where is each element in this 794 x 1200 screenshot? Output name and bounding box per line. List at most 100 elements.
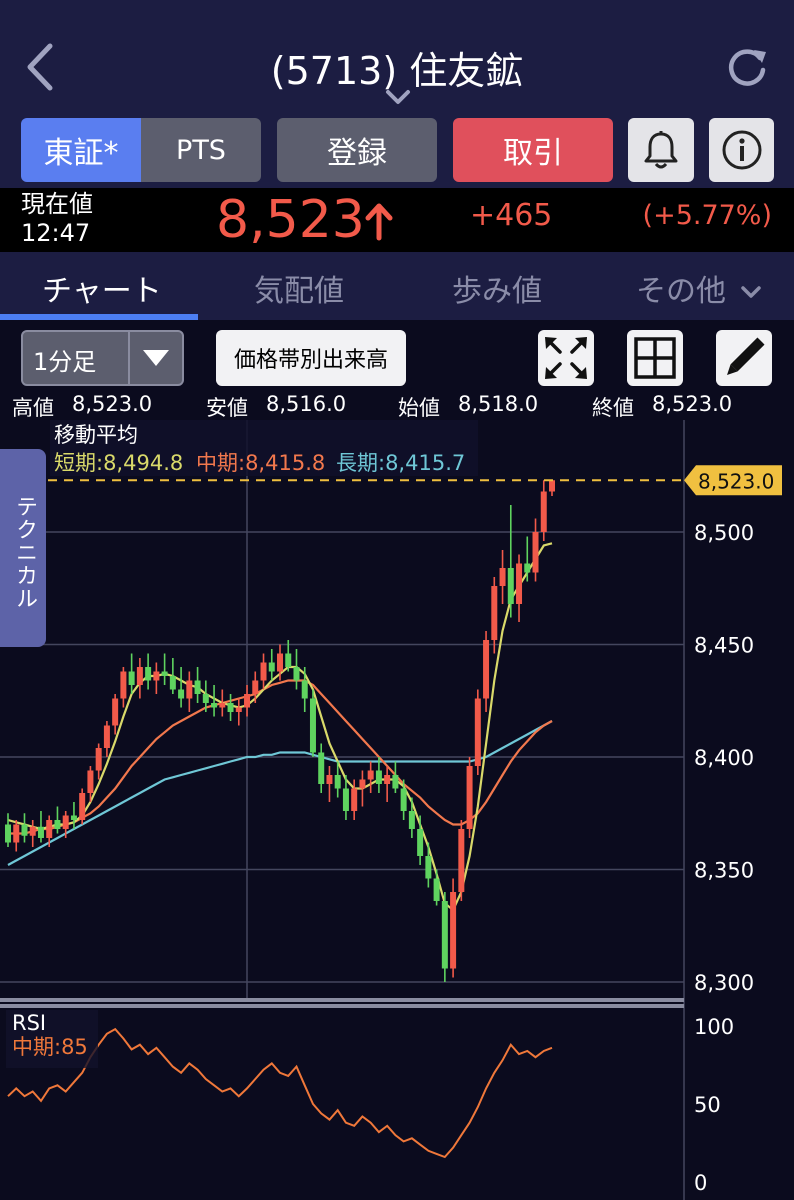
ma-short-label: 短期:8,494.8: [54, 451, 183, 475]
price-time: 12:47: [21, 219, 91, 247]
candle: [400, 788, 407, 811]
price-change-percent: (+5.77%): [642, 200, 772, 231]
candle: [309, 698, 316, 753]
candle: [334, 775, 341, 789]
candle: [153, 671, 160, 681]
volume-profile-button[interactable]: 価格帯別出来高: [216, 330, 406, 386]
technical-tab[interactable]: テクニカル: [0, 449, 46, 647]
price-tick-label: 8,300: [694, 971, 754, 995]
candle: [499, 568, 506, 586]
page-title[interactable]: (5713) 住友鉱: [0, 40, 794, 95]
candle: [326, 775, 333, 784]
candle: [161, 671, 168, 676]
candle: [62, 815, 69, 829]
candle: [136, 667, 143, 685]
chart-toolbar: 1分足 価格帯別出来高: [0, 320, 794, 394]
expand-icon: [545, 337, 587, 379]
tab-quotes[interactable]: 気配値: [254, 266, 344, 310]
grid-icon: [634, 337, 676, 379]
ohlc-row: 高値 8,523.0 安値 8,516.0 始値 8,518.0 終値 8,52…: [0, 392, 794, 420]
candle: [417, 829, 424, 856]
current-price-label: 現在値 12:47: [21, 190, 93, 247]
dropdown-icon: [128, 332, 182, 384]
fullscreen-button[interactable]: [538, 330, 594, 386]
candle: [112, 698, 119, 726]
candle: [186, 680, 193, 699]
tab-other-label: その他: [636, 274, 726, 309]
candle: [507, 568, 514, 604]
tab-time-and-sales[interactable]: 歩み値: [452, 266, 542, 310]
candle: [268, 662, 275, 672]
candle: [342, 788, 349, 811]
register-button[interactable]: 登録: [277, 118, 437, 182]
candle: [95, 748, 102, 771]
candle: [79, 793, 86, 820]
open-label: 始値: [398, 396, 440, 420]
market-tosho-button[interactable]: 東証*: [21, 118, 141, 182]
current-price: 8,523: [216, 190, 365, 250]
candle: [277, 653, 283, 672]
tab-chart[interactable]: チャート: [42, 266, 162, 310]
rsi-title: RSI: [12, 1011, 46, 1035]
draw-button[interactable]: [716, 330, 772, 386]
alert-button[interactable]: [628, 118, 694, 182]
candle: [169, 676, 176, 690]
candle: [408, 811, 415, 829]
low-label: 安値: [206, 396, 248, 420]
price-tick-label: 8,450: [694, 634, 754, 658]
price-change: +465: [470, 198, 553, 233]
price-tick-label: 8,500: [694, 521, 754, 545]
layout-button[interactable]: [627, 330, 683, 386]
candle: [491, 586, 498, 640]
low-value: 8,516.0: [266, 392, 347, 416]
candle: [392, 775, 399, 789]
candle: [202, 694, 209, 703]
info-icon: [722, 130, 761, 170]
candle: [145, 667, 152, 681]
candle: [450, 892, 457, 969]
candle: [54, 820, 61, 829]
nav-bar: (5713) 住友鉱: [0, 0, 794, 112]
candle: [252, 680, 259, 694]
candle: [466, 766, 473, 829]
rsi-tick-label: 100: [694, 1015, 734, 1039]
action-bar: 東証* PTS 登録 取引: [0, 112, 794, 188]
interval-value: 1分足: [33, 348, 97, 376]
tab-other[interactable]: その他: [636, 266, 762, 310]
price-summary: 現在値 12:47 8,523 +465 (+5.77%): [0, 188, 794, 252]
chevron-down-icon: [740, 286, 761, 298]
candle: [260, 662, 267, 681]
high-value: 8,523.0: [72, 392, 153, 416]
candle: [540, 491, 547, 532]
price-tick-label: 8,400: [694, 746, 754, 770]
price-chart[interactable]: 8,523.0 8,500 8,450 8,400 8,350 8,300 移動平均 短…: [0, 420, 794, 1200]
candle: [318, 752, 325, 784]
panel-divider: [0, 998, 684, 1002]
candle: [87, 770, 94, 793]
candle: [103, 725, 110, 748]
candle: [359, 779, 366, 789]
chevron-down-icon[interactable]: [384, 88, 412, 106]
ma-mid-label: 中期:8,415.8: [196, 451, 325, 475]
candle: [524, 563, 531, 573]
open-value: 8,518.0: [458, 392, 539, 416]
info-button[interactable]: [709, 118, 774, 182]
candle: [458, 829, 465, 892]
candle: [37, 826, 44, 838]
candle: [351, 788, 358, 811]
panel-divider: [0, 1004, 684, 1008]
price-tick-label: 8,350: [694, 859, 754, 883]
rsi-tick-label: 0: [694, 1171, 707, 1195]
candle: [5, 824, 11, 843]
rsi-tick-label: 50: [694, 1093, 721, 1117]
trade-button[interactable]: 取引: [453, 118, 613, 182]
candle: [128, 671, 135, 685]
up-arrow-icon: [365, 203, 393, 241]
market-pts-button[interactable]: PTS: [141, 118, 261, 182]
ma-legend: 短期:8,494.8 中期:8,415.8 長期:8,415.7: [54, 451, 465, 475]
candle: [178, 689, 185, 699]
reload-icon[interactable]: [724, 44, 770, 90]
interval-select[interactable]: 1分足: [21, 330, 184, 386]
candle: [70, 815, 77, 820]
candle: [219, 703, 226, 708]
